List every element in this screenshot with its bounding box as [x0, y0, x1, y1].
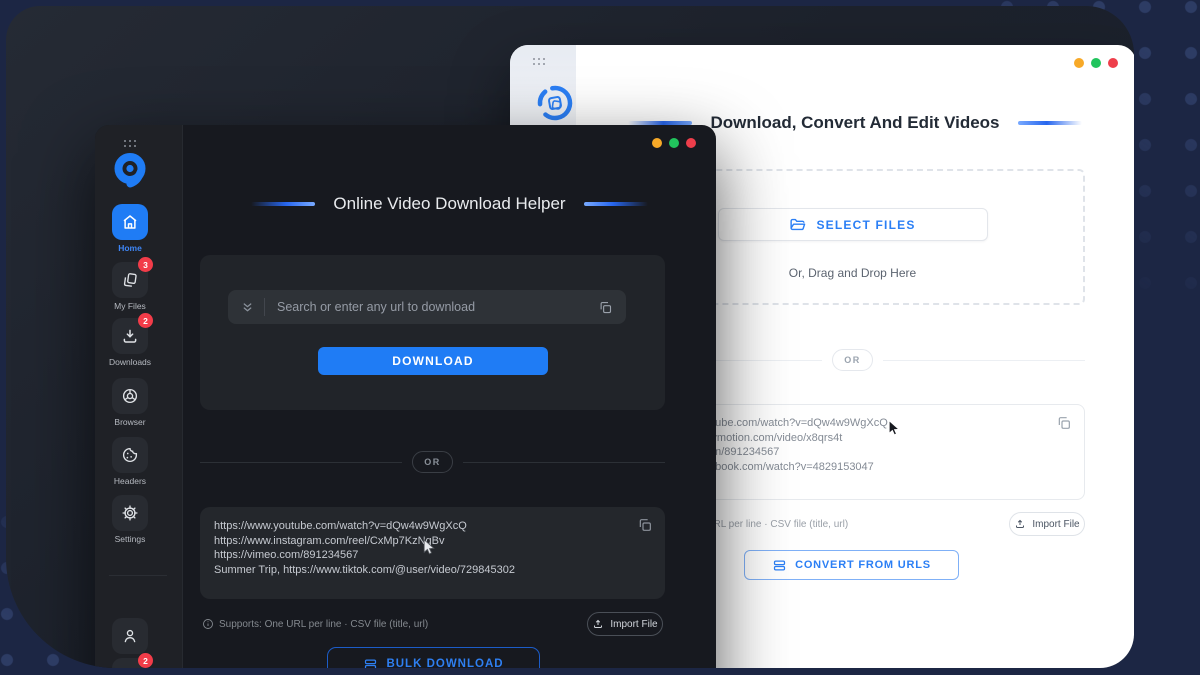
title-ornament	[251, 202, 315, 206]
sidebar: Home 3 My Files 2 Downloads Browse	[95, 125, 183, 668]
zoom-button[interactable]	[1091, 58, 1101, 68]
media-badge: 2	[138, 653, 153, 668]
folder-icon	[789, 216, 806, 233]
copy-icon[interactable]	[637, 517, 653, 533]
download-button[interactable]: DOWNLOAD	[318, 347, 548, 375]
person-icon	[121, 627, 139, 645]
supports-text: Supports: One URL per line · CSV file (t…	[219, 619, 428, 630]
downloads-badge: 2	[138, 313, 153, 328]
sidebar-item-headers[interactable]	[112, 437, 148, 473]
close-button[interactable]	[1108, 58, 1118, 68]
sidebar-item-label: My Files	[95, 301, 165, 311]
select-files-button[interactable]: SELECT FILES	[718, 208, 988, 241]
stack-icon	[363, 657, 378, 669]
drag-handle-icon[interactable]	[123, 139, 137, 148]
import-file-button[interactable]: Import File	[587, 612, 663, 636]
upload-icon	[592, 618, 604, 630]
files-icon	[121, 271, 139, 289]
url-line: https://www.instagram.com/reel/CxMp7KzNq…	[214, 534, 651, 549]
home-icon	[121, 213, 139, 231]
or-label: OR	[832, 349, 873, 371]
minimize-button[interactable]	[652, 138, 662, 148]
info-icon	[202, 618, 214, 630]
sidebar-item-label: Browser	[95, 417, 165, 427]
converter-app-logo-icon	[535, 83, 575, 123]
search-input[interactable]	[265, 300, 598, 314]
urls-textarea[interactable]: https://www.youtube.com/watch?v=dQw4w9Wg…	[200, 507, 665, 599]
url-search-bar	[228, 290, 626, 324]
copy-icon[interactable]	[1056, 415, 1072, 431]
my-files-badge: 3	[138, 257, 153, 272]
sidebar-item-media[interactable]: 2	[112, 658, 148, 668]
convert-from-urls-button[interactable]: CONVERT FROM URLS	[744, 550, 959, 580]
or-divider: OR	[200, 451, 665, 473]
sidebar-item-home[interactable]	[112, 204, 148, 240]
page-title: Download, Convert And Edit Videos	[710, 113, 999, 133]
gear-icon	[121, 504, 139, 522]
title-ornament	[584, 202, 648, 206]
download-icon	[121, 327, 139, 345]
title-ornament	[1018, 121, 1082, 125]
url-line: https://www.youtube.com/watch?v=dQw4w9Wg…	[214, 519, 651, 534]
title-row: Online Video Download Helper	[183, 191, 716, 217]
sidebar-item-label: Headers	[95, 476, 165, 486]
sidebar-item-browser[interactable]	[112, 378, 148, 414]
window-controls	[1074, 58, 1118, 68]
downloader-window: Home 3 My Files 2 Downloads Browse	[95, 125, 716, 668]
close-button[interactable]	[686, 138, 696, 148]
bulk-download-button[interactable]: BULK DOWNLOAD	[327, 647, 540, 668]
downloader-app-logo-icon	[110, 150, 150, 190]
sidebar-item-label: Downloads	[95, 357, 165, 367]
sidebar-item-label: Home	[95, 243, 165, 253]
chevron-double-down-icon[interactable]	[241, 301, 254, 314]
window-controls	[652, 138, 696, 148]
page-title: Online Video Download Helper	[333, 194, 565, 214]
minimize-button[interactable]	[1074, 58, 1084, 68]
backdrop: Download, Convert And Edit Videos SELECT…	[6, 6, 1134, 668]
browser-icon	[121, 387, 139, 405]
supports-row: Supports: One URL per line · CSV file (t…	[200, 610, 665, 636]
cookie-icon	[121, 446, 139, 464]
film-reel-icon	[121, 667, 139, 668]
sidebar-item-downloads[interactable]: 2	[112, 318, 148, 354]
sidebar-item-settings[interactable]	[112, 495, 148, 531]
url-line: Summer Trip, https://www.tiktok.com/@use…	[214, 563, 651, 578]
stack-icon	[772, 558, 787, 573]
import-file-button[interactable]: Import File	[1009, 512, 1085, 536]
drag-handle-icon[interactable]	[532, 57, 546, 66]
paste-icon[interactable]	[598, 300, 613, 315]
zoom-button[interactable]	[669, 138, 679, 148]
select-files-label: SELECT FILES	[816, 218, 915, 232]
sidebar-item-my-files[interactable]: 3	[112, 262, 148, 298]
sidebar-divider	[109, 575, 167, 576]
or-label: OR	[412, 451, 453, 473]
url-line: https://vimeo.com/891234567	[214, 548, 651, 563]
sidebar-item-account[interactable]	[112, 618, 148, 654]
upload-icon	[1014, 518, 1026, 530]
sidebar-item-label: Settings	[95, 534, 165, 544]
search-panel: DOWNLOAD	[200, 255, 665, 410]
drag-drop-hint: Or, Drag and Drop Here	[789, 266, 916, 280]
